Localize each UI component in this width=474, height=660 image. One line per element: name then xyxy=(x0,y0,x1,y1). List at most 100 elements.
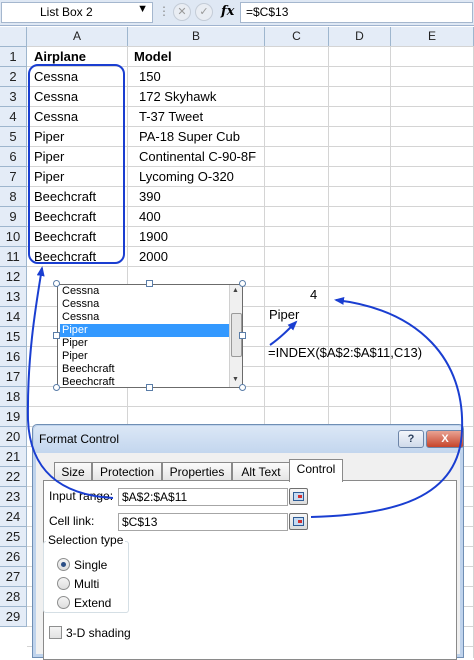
column-header-c[interactable]: C xyxy=(265,27,329,47)
model-cell[interactable]: 150 xyxy=(133,67,161,87)
row-header[interactable]: 12 xyxy=(0,267,27,287)
row-header[interactable]: 2 xyxy=(0,67,27,87)
airplane-cell[interactable]: Cessna xyxy=(28,87,78,107)
row-header[interactable]: 10 xyxy=(0,227,27,247)
model-cell[interactable]: Continental C-90-8F xyxy=(133,147,256,167)
cancel-icon[interactable]: ✕ xyxy=(173,3,191,21)
resize-handle[interactable] xyxy=(146,384,153,391)
list-item[interactable]: Cessna xyxy=(60,285,230,298)
multi-radio-label[interactable]: Multi xyxy=(74,577,99,591)
row-header[interactable]: 17 xyxy=(0,367,27,387)
model-cell[interactable]: 400 xyxy=(133,207,161,227)
model-cell[interactable]: 2000 xyxy=(133,247,168,267)
row-header[interactable]: 18 xyxy=(0,387,27,407)
select-all-corner[interactable] xyxy=(0,27,27,47)
name-box[interactable]: List Box 2 ▼ xyxy=(1,2,153,23)
collapse-dialog-button[interactable] xyxy=(289,488,308,505)
chevron-down-icon[interactable]: ▼ xyxy=(137,3,148,15)
cell-link-field[interactable]: $C$13 xyxy=(118,513,288,531)
tab-alt-text[interactable]: Alt Text xyxy=(232,462,290,481)
row-header[interactable]: 11 xyxy=(0,247,27,267)
row-header[interactable]: 23 xyxy=(0,487,27,507)
row-header[interactable]: 21 xyxy=(0,447,27,467)
help-button[interactable]: ? xyxy=(398,430,424,448)
3d-shading-checkbox[interactable] xyxy=(49,626,62,639)
model-cell[interactable]: PA-18 Super Cub xyxy=(133,127,240,147)
single-radio[interactable] xyxy=(57,558,70,571)
tab-control[interactable]: Control xyxy=(289,459,343,482)
collapse-dialog-button[interactable] xyxy=(289,513,308,530)
single-radio-label[interactable]: Single xyxy=(74,558,107,572)
formula-input[interactable]: =$C$13 xyxy=(240,2,473,23)
column-header-e[interactable]: E xyxy=(391,27,474,47)
close-button[interactable]: X xyxy=(426,430,464,448)
model-cell[interactable]: 1900 xyxy=(133,227,168,247)
column-header-b[interactable]: B xyxy=(128,27,265,47)
column-header-d[interactable]: D xyxy=(329,27,391,47)
row-header[interactable]: 4 xyxy=(0,107,27,127)
row-header[interactable]: 19 xyxy=(0,407,27,427)
row-header[interactable]: 6 xyxy=(0,147,27,167)
row-header[interactable]: 28 xyxy=(0,587,27,607)
airplane-cell[interactable]: Cessna xyxy=(28,107,78,127)
model-cell[interactable]: 172 Skyhawk xyxy=(133,87,216,107)
model-cell[interactable]: 390 xyxy=(133,187,161,207)
row-header[interactable]: 13 xyxy=(0,287,27,307)
row-header[interactable]: 22 xyxy=(0,467,27,487)
airplane-cell[interactable]: Beechcraft xyxy=(28,227,96,247)
header-airplane[interactable]: Airplane xyxy=(28,47,86,67)
list-item[interactable]: Cessna xyxy=(60,298,230,311)
row-header[interactable]: 20 xyxy=(0,427,27,447)
resize-handle[interactable] xyxy=(53,280,60,287)
scroll-up-icon[interactable]: ▲ xyxy=(232,287,239,294)
resize-grip-icon[interactable]: ⋮ xyxy=(158,4,170,18)
airplane-list-box[interactable]: Cessna Cessna Cessna Piper Piper Piper B… xyxy=(57,284,243,388)
row-header[interactable]: 27 xyxy=(0,567,27,587)
enter-icon[interactable]: ✓ xyxy=(195,3,213,21)
airplane-cell[interactable]: Piper xyxy=(28,147,64,167)
list-item[interactable]: Cessna xyxy=(60,311,230,324)
row-header[interactable]: 26 xyxy=(0,547,27,567)
list-item[interactable]: Beechcraft xyxy=(60,376,230,387)
row-header[interactable]: 3 xyxy=(0,87,27,107)
model-cell[interactable]: T-37 Tweet xyxy=(133,107,203,127)
row-header[interactable]: 24 xyxy=(0,507,27,527)
resize-handle[interactable] xyxy=(146,280,153,287)
row-header[interactable]: 25 xyxy=(0,527,27,547)
resize-handle[interactable] xyxy=(239,280,246,287)
row-header[interactable]: 14 xyxy=(0,307,27,327)
airplane-cell[interactable]: Beechcraft xyxy=(28,207,96,227)
cell-c13-value[interactable]: 4 xyxy=(310,285,317,305)
row-header[interactable]: 5 xyxy=(0,127,27,147)
airplane-cell[interactable]: Piper xyxy=(28,167,64,187)
column-header-a[interactable]: A xyxy=(27,27,128,47)
airplane-cell[interactable]: Cessna xyxy=(28,67,78,87)
extend-radio[interactable] xyxy=(57,596,70,609)
extend-radio-label[interactable]: Extend xyxy=(74,596,111,610)
input-range-field[interactable]: $A$2:$A$11 xyxy=(118,488,288,506)
3d-shading-label[interactable]: 3-D shading xyxy=(66,626,131,640)
tab-protection[interactable]: Protection xyxy=(92,462,162,481)
cell-c14-value[interactable]: Piper xyxy=(263,305,299,325)
row-header[interactable]: 7 xyxy=(0,167,27,187)
list-item[interactable]: Piper xyxy=(60,337,230,350)
cell-c16-formula[interactable]: =INDEX($A$2:$A$11,C13) xyxy=(263,343,422,363)
row-header[interactable]: 15 xyxy=(0,327,27,347)
model-cell[interactable]: Lycoming O-320 xyxy=(133,167,234,187)
resize-handle[interactable] xyxy=(53,384,60,391)
row-header[interactable]: 8 xyxy=(0,187,27,207)
dialog-titlebar[interactable]: Format Control ? X xyxy=(34,426,464,453)
row-header[interactable]: 29 xyxy=(0,607,27,627)
airplane-cell[interactable]: Piper xyxy=(28,127,64,147)
resize-handle[interactable] xyxy=(239,332,246,339)
row-header[interactable]: 9 xyxy=(0,207,27,227)
resize-handle[interactable] xyxy=(53,332,60,339)
insert-function-icon[interactable]: fx xyxy=(221,4,234,19)
list-item[interactable]: Beechcraft xyxy=(60,363,230,376)
scroll-down-icon[interactable]: ▼ xyxy=(232,376,239,383)
airplane-cell[interactable]: Beechcraft xyxy=(28,187,96,207)
list-item[interactable]: Piper xyxy=(60,350,230,363)
resize-handle[interactable] xyxy=(239,384,246,391)
multi-radio[interactable] xyxy=(57,577,70,590)
tab-size[interactable]: Size xyxy=(54,462,92,481)
